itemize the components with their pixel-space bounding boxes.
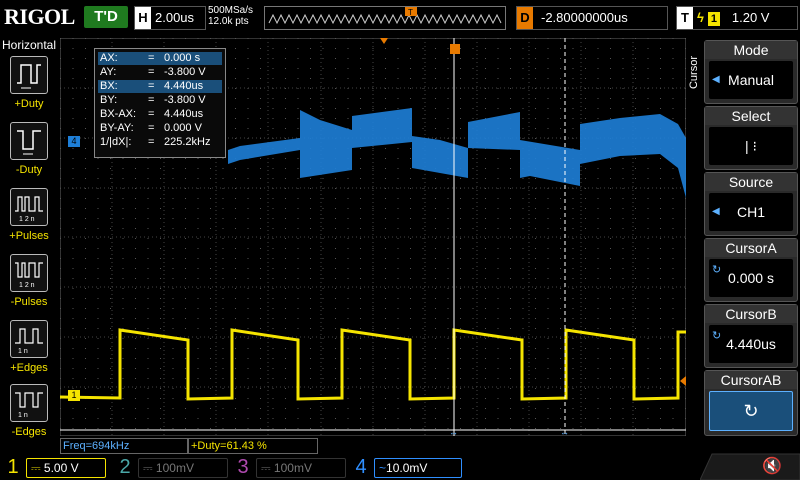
ch1-scale-box[interactable]: ⎓ 5.00 V (26, 458, 106, 478)
cursora-value: 0.000 s (728, 270, 774, 286)
svg-text:1 2 n: 1 2 n (19, 216, 35, 223)
cursor-row: BX-AX: = 4.440us (100, 108, 204, 120)
mode-value: Manual (728, 72, 774, 88)
cursor-row: BY: = -3.800 V (100, 94, 206, 106)
select-title: Select (705, 107, 797, 125)
ch3-number: 3 (237, 456, 249, 478)
horizontal-label: H (135, 7, 151, 29)
ch4-scale: 10.0mV (386, 461, 428, 475)
cursorab-title: CursorAB (705, 371, 797, 389)
trigger-source: 1 (707, 11, 720, 26)
memory-map-bar: T (264, 6, 506, 30)
svg-text:↔: ↔ (560, 427, 569, 436)
frequency-measurement: Freq=694kHz (60, 438, 188, 454)
trigger-t-marker (450, 44, 460, 54)
ch3-scale: 100mV (273, 461, 312, 475)
cursorb-button[interactable]: CursorB ↻ 4.440us (704, 304, 798, 368)
cursor-row: AY: = -3.800 V (100, 66, 206, 78)
mode-title: Mode (705, 41, 797, 59)
cursorab-button[interactable]: CursorAB ↻ (704, 370, 798, 436)
cursor-row: 1/|dX|: = 225.2kHz (100, 136, 211, 148)
ch4-number: 4 (355, 456, 367, 478)
left-menu-title: Horizontal (1, 38, 57, 52)
cursor-row: BY-AY: = 0.000 V (100, 122, 202, 134)
ch2-number: 2 (119, 456, 131, 478)
svg-text:↔: ↔ (449, 427, 458, 436)
cursorb-value: 4.440us (726, 336, 776, 352)
ch3-scale-box[interactable]: ⎓ 100mV (256, 458, 346, 478)
ch2-scale-box[interactable]: ⎓ 100mV (138, 458, 228, 478)
rising-edges-icon: 1 n (10, 320, 48, 358)
svg-text:1 2 n: 1 2 n (19, 282, 35, 289)
left-arrow-icon: ◀ (712, 74, 720, 85)
menu-item-falling-edges[interactable]: 1 n -Edges (0, 384, 58, 446)
menu-vertical-label: Cursor (688, 56, 700, 90)
positive-duty-icon (10, 56, 48, 94)
menu-item-label: +Duty (14, 98, 44, 110)
negative-duty-icon (10, 122, 48, 160)
source-value: CH1 (736, 204, 765, 220)
source-button[interactable]: Source ◀ CH1 (704, 172, 798, 236)
select-value: | ⁝ (745, 138, 757, 154)
menu-item-positive-pulses[interactable]: 1 2 n +Pulses (0, 188, 58, 250)
delay-box[interactable]: D -2.80000000us (516, 6, 668, 30)
dc-coupling-icon: ⎓ (143, 461, 153, 475)
ch4-scale-box[interactable]: ~10.0mV (374, 458, 462, 478)
menu-item-rising-edges[interactable]: 1 n +Edges (0, 320, 58, 382)
bottom-right-panel (700, 453, 800, 480)
menu-item-negative-pulses[interactable]: 1 2 n -Pulses (0, 254, 58, 316)
mode-button[interactable]: Mode ◀ Manual (704, 40, 798, 104)
ch1-number: 1 (7, 456, 19, 478)
ch2-scale: 100mV (155, 461, 194, 475)
timebase-box[interactable]: H 2.00us (134, 6, 206, 30)
duty-measurement: +Duty=61.43 % (188, 438, 318, 454)
memory-map-waveform-icon: T (268, 7, 502, 25)
timebase-value: 2.00us (155, 10, 195, 25)
memory-trigger-marker: T (408, 8, 413, 17)
menu-item-positive-duty[interactable]: +Duty (0, 56, 58, 118)
menu-item-negative-duty[interactable]: -Duty (0, 122, 58, 184)
menu-item-label: -Duty (15, 164, 43, 176)
negative-pulses-icon: 1 2 n (10, 254, 48, 292)
cursor-row: BX: = 4.440us (98, 80, 222, 93)
trigger-label: T (677, 7, 693, 29)
cursora-button[interactable]: CursorA ↻ 0.000 s (704, 238, 798, 302)
dc-coupling-icon: ⎓ (261, 461, 271, 475)
trigger-box[interactable]: Tϟ 1 1.20 V (676, 6, 798, 30)
trigger-level: 1.20 V (731, 10, 770, 25)
ac-coupling-icon: ~ (379, 461, 387, 475)
rigol-logo: RIGOL (4, 4, 75, 29)
positive-pulses-icon: 1 2 n (10, 188, 48, 226)
svg-text:1 n: 1 n (18, 412, 28, 419)
select-button[interactable]: Select | ⁝ (704, 106, 798, 170)
acquisition-info: 500MSa/s 12.0k pts (208, 5, 253, 27)
source-title: Source (705, 173, 797, 191)
dc-coupling-icon: ⎓ (31, 461, 41, 475)
menu-item-label: +Pulses (9, 230, 49, 242)
sample-rate: 500MSa/s (208, 5, 254, 16)
delay-label: D (517, 7, 533, 29)
menu-item-label: +Edges (10, 362, 48, 374)
ch1-offset-marker[interactable]: 1 (68, 390, 80, 401)
knob-icon: ↻ (743, 401, 759, 421)
trigger-status-badge: T'D (84, 6, 128, 28)
delay-value: -2.80000000us (541, 10, 628, 25)
knob-icon: ↻ (712, 330, 722, 342)
ch1-scale: 5.00 V (43, 461, 79, 475)
rising-edge-icon: ϟ (697, 10, 704, 25)
left-arrow-icon: ◀ (712, 206, 720, 217)
cursor-row: AX: = 0.000 s (98, 52, 222, 65)
menu-item-label: -Edges (11, 426, 47, 438)
svg-text:1 n: 1 n (18, 348, 28, 355)
ch4-offset-marker[interactable]: 4 (68, 136, 80, 147)
cursor-readout-panel: AX: = 0.000 s AY: = -3.800 V BX: = 4.440us BY:… (94, 48, 226, 158)
menu-item-label: -Pulses (10, 296, 48, 308)
falling-edges-icon: 1 n (10, 384, 48, 422)
knob-icon: ↻ (712, 264, 722, 276)
memory-depth: 12.0k pts (208, 16, 249, 27)
speaker-mute-icon[interactable]: 🔇 (762, 456, 782, 476)
